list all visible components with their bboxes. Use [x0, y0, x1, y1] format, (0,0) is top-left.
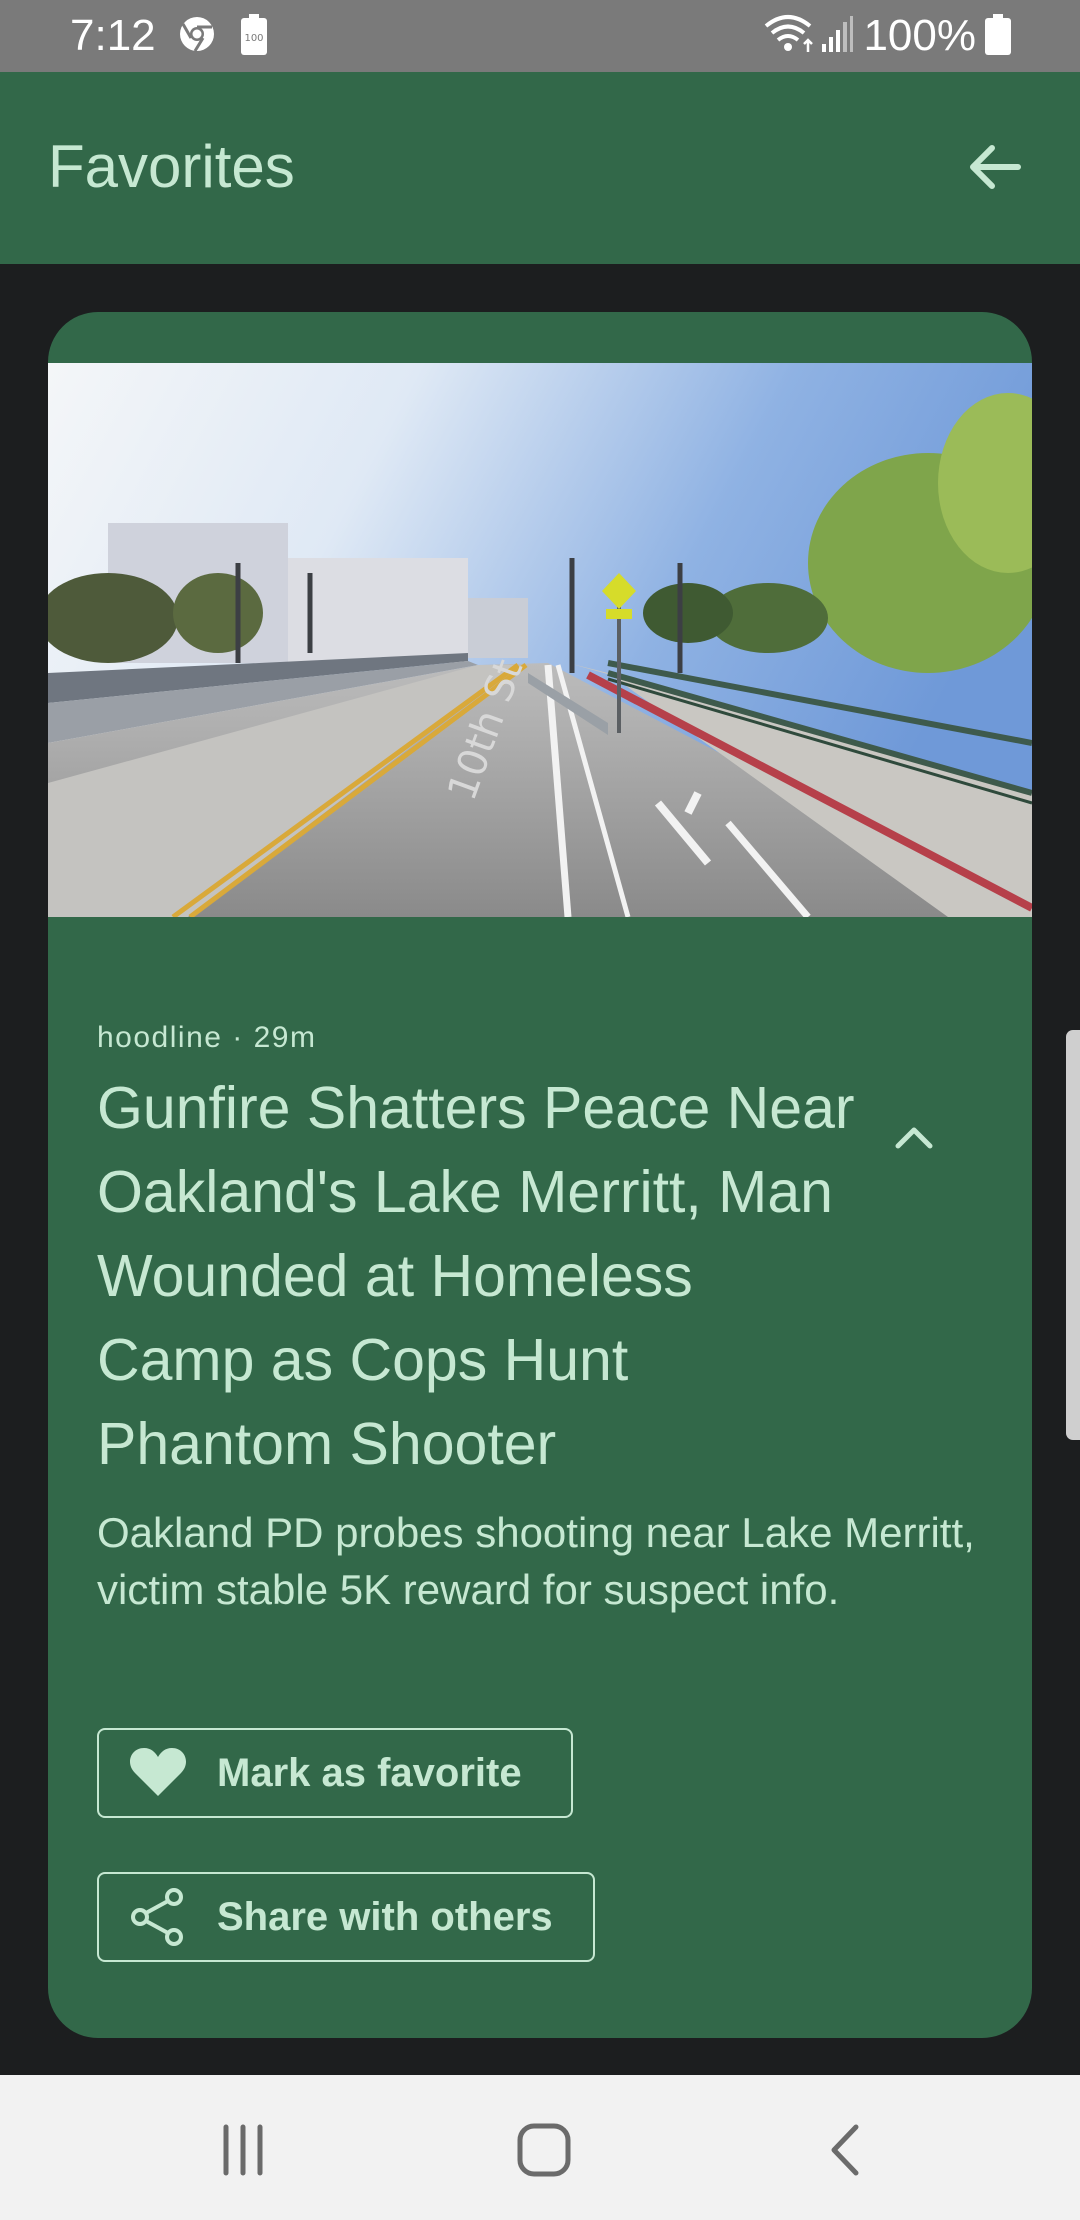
back-nav-button[interactable]: [812, 2115, 882, 2185]
back-icon: [831, 2124, 859, 2176]
heart-icon: [129, 1748, 187, 1796]
battery-percent: 100%: [863, 11, 976, 60]
page-title: Favorites: [48, 133, 295, 200]
battery-saver-icon: 100: [241, 14, 267, 55]
share-label: Share with others: [217, 1895, 553, 1939]
back-button[interactable]: [960, 132, 1030, 202]
scrollbar[interactable]: [1066, 1030, 1080, 1440]
svg-text:100: 100: [244, 33, 263, 44]
share-button[interactable]: Share with others: [97, 1872, 595, 1962]
navigation-bar: [0, 2075, 1080, 2220]
battery-icon: [985, 14, 1011, 55]
home-icon: [517, 2123, 571, 2177]
recent-apps-icon: [223, 2124, 263, 2176]
arrow-back-icon: [970, 145, 1021, 189]
app-bar: Favorites: [0, 72, 1080, 264]
article-headline: Gunfire Shatters Peace Near Oakland's La…: [97, 1075, 855, 1477]
mark-favorite-button[interactable]: Mark as favorite: [97, 1728, 573, 1818]
article-image: 10th St: [48, 363, 1032, 917]
signal-icon: [822, 16, 853, 52]
source-and-time: hoodline · 29m: [97, 1021, 317, 1054]
status-bar: 7:12 100 100%: [0, 0, 1080, 72]
recent-apps-button[interactable]: [208, 2115, 278, 2185]
mark-favorite-label: Mark as favorite: [217, 1751, 522, 1795]
status-time: 7:12: [70, 11, 156, 60]
share-icon: [131, 1888, 183, 1946]
wifi-icon: [764, 15, 813, 52]
article-summary: Oakland PD probes shooting near Lake Mer…: [97, 1509, 975, 1613]
chevron-up-icon: [895, 1127, 933, 1149]
chrome-icon: [180, 17, 214, 52]
article-card[interactable]: 10th St hoodline · 29m Gunfire Shatters …: [48, 312, 1032, 2038]
home-button[interactable]: [509, 2115, 579, 2185]
collapse-button[interactable]: [884, 1112, 944, 1162]
